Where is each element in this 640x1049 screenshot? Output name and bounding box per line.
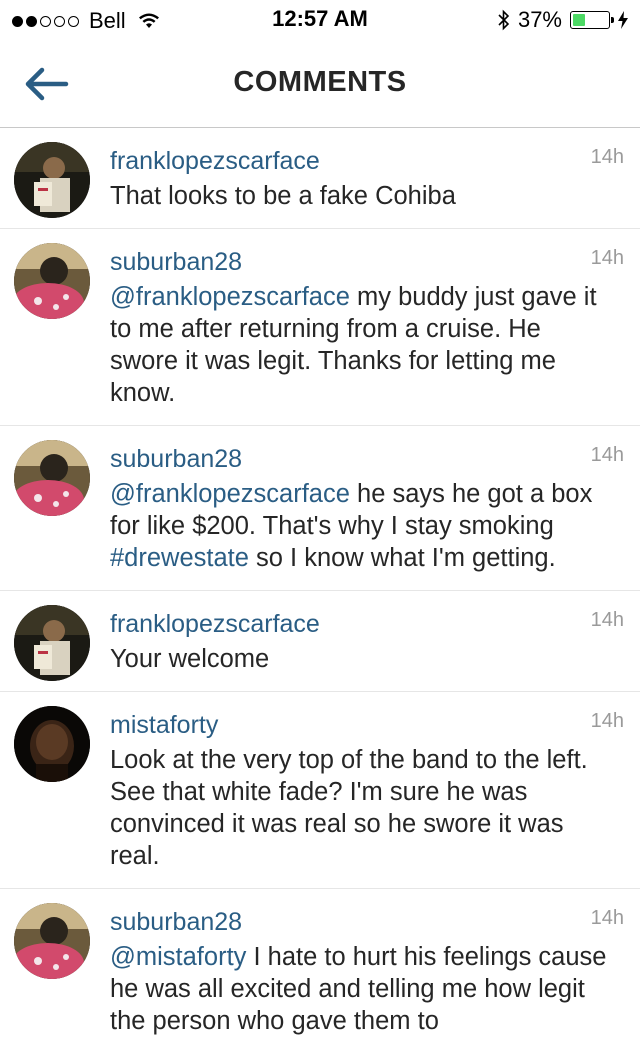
comment-username[interactable]: franklopezscarface [110, 146, 320, 176]
comment-username[interactable]: franklopezscarface [110, 609, 320, 639]
comment-text: @franklopezscarface he says he got a box… [110, 478, 618, 574]
comment-body: Look at the very top of the band to the … [110, 746, 588, 870]
comment-username[interactable]: suburban28 [110, 444, 242, 474]
comment-item: suburban28 14h @franklopezscarface my bu… [0, 229, 640, 426]
comment-item: suburban28 14h @franklopezscarface he sa… [0, 426, 640, 591]
comment-username[interactable]: suburban28 [110, 907, 242, 937]
avatar[interactable] [14, 243, 90, 319]
comment-item: suburban28 14h @mistaforty I hate to hur… [0, 889, 640, 1049]
comment-timestamp: 14h [590, 907, 624, 929]
avatar[interactable] [14, 142, 90, 218]
comment-body: That looks to be a fake Cohiba [110, 182, 456, 210]
comment-timestamp: 14h [590, 609, 624, 631]
comment-mention[interactable]: @franklopezscarface [110, 283, 350, 311]
comment-timestamp: 14h [590, 146, 624, 168]
comment-hashtag[interactable]: #drewestate [110, 544, 249, 572]
comment-item: franklopezscarface 14h That looks to be … [0, 128, 640, 229]
battery-icon [570, 11, 614, 29]
page-title: COMMENTS [233, 66, 407, 98]
avatar[interactable] [14, 605, 90, 681]
status-right: 37% [498, 7, 628, 33]
comment-text: That looks to be a fake Cohiba [110, 180, 618, 212]
avatar[interactable] [14, 903, 90, 979]
comment-text: @mistaforty I hate to hurt his feelings … [110, 941, 618, 1037]
nav-bar: COMMENTS [0, 40, 640, 128]
comment-body: Your welcome [110, 645, 270, 673]
comment-mention[interactable]: @franklopezscarface [110, 480, 350, 508]
comment-list: franklopezscarface 14h That looks to be … [0, 128, 640, 1049]
comment-username[interactable]: mistaforty [110, 710, 218, 740]
comment-text: Your welcome [110, 643, 618, 675]
comment-mention[interactable]: @mistaforty [110, 943, 246, 971]
comment-item: mistaforty 14h Look at the very top of t… [0, 692, 640, 889]
bluetooth-icon [498, 9, 510, 31]
comment-timestamp: 14h [590, 247, 624, 269]
avatar[interactable] [14, 440, 90, 516]
battery-percent: 37% [517, 7, 562, 32]
status-bar: Bell 12:57 AM 37% [0, 0, 640, 40]
battery-level [573, 14, 585, 26]
comment-text: Look at the very top of the band to the … [110, 744, 618, 872]
comment-item: franklopezscarface 14h Your welcome [0, 591, 640, 692]
comment-timestamp: 14h [590, 444, 624, 466]
charging-bolt-icon [618, 11, 628, 29]
comments-screen: Bell 12:57 AM 37% COMMENTS franklopezsca… [0, 0, 640, 1049]
comment-text: @franklopezscarface my buddy just gave i… [110, 281, 618, 409]
comment-username[interactable]: suburban28 [110, 247, 242, 277]
comment-body-continued: so I know what I'm getting. [248, 544, 556, 572]
comment-timestamp: 14h [590, 710, 624, 732]
avatar[interactable] [14, 706, 90, 782]
